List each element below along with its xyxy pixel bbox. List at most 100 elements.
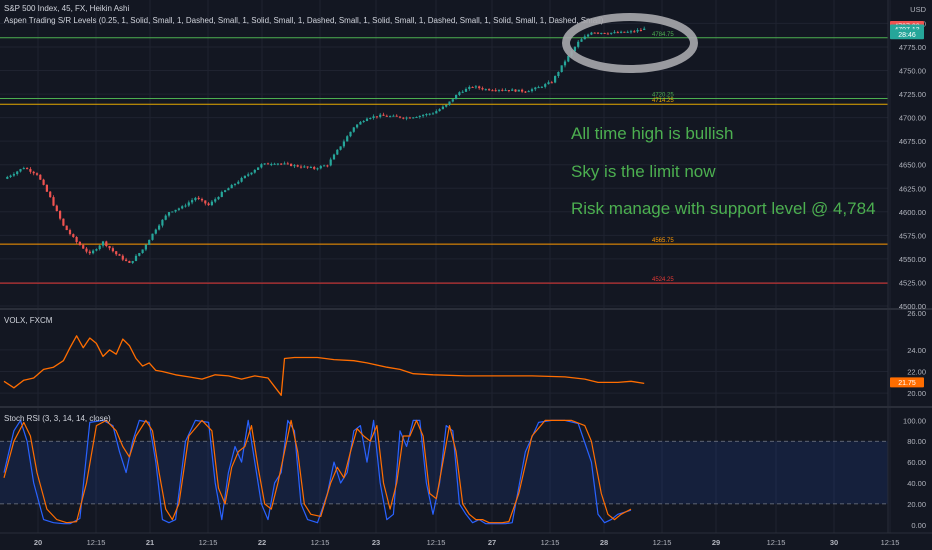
candle-body <box>144 244 147 250</box>
price-tag-text: 28:46 <box>898 32 916 39</box>
candle-body <box>636 29 639 32</box>
candle-body <box>557 71 560 77</box>
candle-body <box>468 86 471 89</box>
candle-body <box>75 237 78 242</box>
candle-body <box>326 165 329 167</box>
candle-body <box>299 166 303 168</box>
candle-body <box>593 32 596 34</box>
stoch-tick-label: 0.00 <box>911 521 926 530</box>
candle-body <box>207 203 210 206</box>
candle-body <box>266 163 270 165</box>
y-tick-label: 4575.00 <box>899 231 926 240</box>
candle-body <box>177 208 180 210</box>
y-tick-label: 4500.00 <box>899 302 926 311</box>
candle-body <box>283 163 286 165</box>
candle-body <box>352 127 355 132</box>
candle-body <box>359 121 362 125</box>
candle-body <box>204 200 207 204</box>
y-tick-label: 4625.00 <box>899 184 926 193</box>
candle-body <box>577 41 580 47</box>
candle-body <box>474 86 477 88</box>
candle-body <box>448 101 451 105</box>
candle-body <box>441 106 444 110</box>
candle-body <box>620 31 623 33</box>
candle-body <box>138 253 141 256</box>
candle-body <box>600 32 603 34</box>
candle-body <box>171 211 174 213</box>
candle-body <box>260 164 263 168</box>
x-tick-label: 21 <box>146 538 154 547</box>
candle-body <box>382 114 385 116</box>
annotation-2: Sky is the limit now <box>571 162 716 181</box>
candle-body <box>309 167 312 169</box>
y-tick-label: 4650.00 <box>899 161 926 170</box>
candle-body <box>220 191 223 197</box>
stoch-tick-label: 60.00 <box>907 458 926 467</box>
candle-body <box>72 234 75 238</box>
candle-body <box>49 191 52 198</box>
stoch-band <box>0 441 888 504</box>
x-tick-label: 12:15 <box>653 538 672 547</box>
candle-body <box>389 116 392 118</box>
candle-body <box>623 31 626 33</box>
y-tick-label: 4525.00 <box>899 278 926 287</box>
candle-body <box>240 177 243 182</box>
chart-stage: 4784.754720.254714.254565.754524.25 S&P … <box>0 0 932 550</box>
volx-tick-label: 24.00 <box>907 346 926 355</box>
candle-body <box>78 241 81 246</box>
candle-body <box>458 92 461 96</box>
x-tick-label: 23 <box>372 538 380 547</box>
candle-body <box>554 76 557 83</box>
sr-level-label: 4524.25 <box>652 277 674 283</box>
candle-body <box>151 233 154 240</box>
candle-body <box>369 117 372 119</box>
volx-title: VOLX, FXCM <box>4 316 53 325</box>
candle-body <box>550 82 553 84</box>
candle-body <box>210 201 213 206</box>
candle-body <box>214 199 217 202</box>
volx-last-tag-text: 21.75 <box>898 380 916 387</box>
candle-body <box>115 251 118 255</box>
candle-body <box>613 32 616 34</box>
candle-body <box>233 183 237 185</box>
x-tick-label: 12:15 <box>87 538 106 547</box>
candle-body <box>9 175 12 177</box>
x-tick-label: 12:15 <box>199 538 218 547</box>
candle-body <box>32 171 35 174</box>
annotation-3: Risk manage with support level @ 4,784 <box>571 199 876 218</box>
candle-body <box>362 121 365 123</box>
candle-body <box>154 229 157 234</box>
candle-body <box>6 176 9 179</box>
candle-body <box>507 90 510 92</box>
candle-body <box>547 82 550 85</box>
candle-body <box>316 168 319 170</box>
candle-body <box>187 202 190 206</box>
sr-level-label: 4565.75 <box>652 238 674 244</box>
annotation-1: All time high is bullish <box>571 124 734 143</box>
candle-body <box>332 154 336 160</box>
candle-body <box>375 116 378 118</box>
candle-body <box>253 169 256 173</box>
candle-body <box>125 259 128 261</box>
stoch-tick-label: 40.00 <box>907 479 926 488</box>
candle-body <box>118 254 121 256</box>
candle-body <box>227 188 230 191</box>
candle-body <box>560 65 563 72</box>
candle-body <box>616 32 619 34</box>
candle-body <box>121 255 124 260</box>
candle-body <box>455 95 458 100</box>
candle-body <box>392 115 395 117</box>
candle-body <box>422 115 425 117</box>
x-tick-label: 30 <box>830 538 838 547</box>
sr-level-label: 4784.75 <box>652 32 674 38</box>
candle-body <box>45 184 48 192</box>
candle-body <box>293 165 296 167</box>
candle-body <box>514 89 517 92</box>
candle-body <box>580 39 583 42</box>
candle-body <box>303 166 306 168</box>
candle-body <box>488 89 491 91</box>
candle-body <box>626 31 629 33</box>
candle-body <box>372 116 375 118</box>
candle-body <box>610 32 613 34</box>
candle-body <box>230 184 233 189</box>
